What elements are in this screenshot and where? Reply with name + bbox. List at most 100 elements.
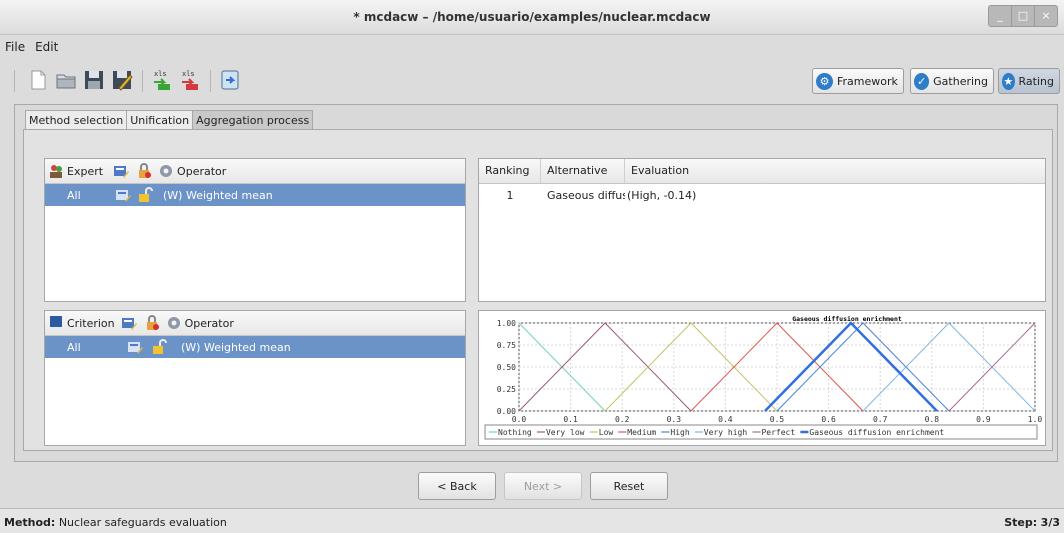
expert-operator[interactable]: (W) Weighted mean (163, 189, 273, 202)
legend-label: High (670, 428, 689, 437)
alternative-cell: Gaseous diffus (547, 188, 625, 202)
x-tick-label: 0.3 (667, 415, 682, 424)
toolbar-separator (210, 70, 211, 92)
criterion-panel: Criterion Operator All (W) Weighted mean (44, 310, 466, 446)
ranking-header[interactable]: Ranking (479, 159, 541, 183)
menu-edit[interactable]: Edit (30, 38, 63, 58)
export-xls-icon[interactable]: xls (178, 68, 202, 92)
menu-bar: File Edit (0, 38, 63, 58)
back-button[interactable]: < Back (418, 472, 496, 500)
lock-icon (144, 315, 160, 331)
expert-row-all[interactable]: All (W) Weighted mean (45, 184, 465, 206)
save-as-icon[interactable] (110, 68, 134, 92)
operator-column-header: Operator (184, 316, 234, 330)
method-label: Method: (4, 516, 56, 529)
unlock-icon[interactable] (137, 187, 153, 203)
alternative-header[interactable]: Alternative (541, 159, 625, 183)
toolbar-separator (14, 70, 15, 92)
menu-file[interactable]: File (0, 38, 30, 58)
legend-label: Medium (627, 428, 656, 437)
y-tick-label: 0.75 (497, 341, 516, 350)
checkmark-icon: ✓ (914, 72, 930, 90)
toolbar-separator (142, 70, 143, 92)
y-tick-label: 0.25 (497, 385, 516, 394)
criterion-operator[interactable]: (W) Weighted mean (181, 341, 291, 354)
phase-label: Rating (1018, 74, 1054, 88)
minimize-button[interactable]: _ (989, 6, 1012, 26)
star-icon: ★ (1002, 72, 1015, 90)
gear-icon (166, 315, 182, 331)
next-button[interactable]: Next > (504, 472, 582, 500)
title-bar: * mcdacw – /home/usuario/examples/nuclea… (0, 0, 1064, 35)
step-label: Step: (1004, 516, 1038, 529)
framework-icon: ⚙ (816, 72, 833, 90)
x-tick-label: 0.2 (615, 415, 630, 424)
edit-icon[interactable] (115, 187, 131, 203)
legend-label: Gaseous diffusion enrichment (809, 428, 944, 437)
x-tick-label: 0.0 (512, 415, 527, 424)
tab-method-selection[interactable]: Method selection (25, 110, 128, 130)
phase-framework-button[interactable]: ⚙ Framework (812, 68, 904, 94)
import-xls-icon[interactable]: xls (150, 68, 174, 92)
step-status: Step: 3/3 (1004, 516, 1060, 529)
x-tick-label: 0.7 (873, 415, 888, 424)
status-bar: Method: Nuclear safeguards evaluation St… (0, 508, 1064, 533)
window-controls: _ □ × (988, 5, 1058, 27)
tab-aggregation-process[interactable]: Aggregation process (192, 110, 314, 130)
membership-function-chart: 0.0 0.1 0.2 0.3 0.4 0.5 0.6 0.7 0.8 0.9 1.0 0.00 0.2… (484, 315, 1043, 440)
evaluation-header[interactable]: Evaluation (625, 159, 689, 183)
phase-gathering-button[interactable]: ✓ Gathering (910, 68, 994, 94)
phase-rating-button[interactable]: ★ Rating (998, 68, 1060, 94)
aggregation-panel: Expert Operator All (W) Weighted mean Cr… (23, 129, 1053, 451)
unlock-icon[interactable] (151, 339, 167, 355)
x-tick-label: 0.9 (976, 415, 991, 424)
y-tick-label: 0.50 (497, 363, 516, 372)
close-button[interactable]: × (1035, 6, 1057, 26)
operator-column-header: Operator (177, 164, 227, 178)
navigation-bar: < Back Next > Reset (0, 470, 1064, 506)
x-tick-label: 0.4 (718, 415, 733, 424)
toolbar: xls xls ⚙ Framework ✓ Gathering ★ Rating (0, 64, 1064, 98)
criterion-column-header: Criterion (67, 316, 115, 330)
export-icon[interactable] (218, 68, 242, 92)
expert-icon (48, 163, 64, 179)
phase-label: Framework (837, 74, 898, 88)
criterion-header: Criterion Operator (45, 311, 465, 336)
open-folder-icon[interactable] (54, 68, 78, 92)
window-title: * mcdacw – /home/usuario/examples/nuclea… (353, 10, 711, 24)
tab-unification[interactable]: Unification (126, 110, 194, 130)
reset-button[interactable]: Reset (590, 472, 668, 500)
criterion-row-all[interactable]: All (W) Weighted mean (45, 336, 465, 358)
y-tick-label: 1.00 (497, 319, 516, 328)
gear-icon (158, 163, 174, 179)
expert-column-header: Expert (67, 164, 104, 178)
evaluation-cell: (High, -0.14) (627, 188, 697, 202)
edit-icon (113, 163, 130, 179)
legend-label: Very high (704, 428, 748, 437)
x-tick-label: 0.8 (925, 415, 940, 424)
y-tick-label: 0.00 (497, 407, 516, 416)
method-status: Method: Nuclear safeguards evaluation (4, 516, 227, 529)
method-value: Nuclear safeguards evaluation (58, 516, 227, 529)
lock-icon (136, 163, 152, 179)
legend-label: Low (599, 428, 614, 437)
book-icon (48, 315, 64, 331)
x-tick-label: 1.0 (1028, 415, 1043, 424)
step-value: 3/3 (1040, 516, 1060, 529)
x-tick-label: 0.1 (563, 415, 578, 424)
legend-label: Perfect (761, 428, 795, 437)
ranking-table-header: Ranking Alternative Evaluation (479, 159, 1045, 184)
table-row[interactable]: 1 Gaseous diffus (High, -0.14) (479, 184, 1045, 206)
x-tick-label: 0.5 (770, 415, 785, 424)
save-icon[interactable] (82, 68, 106, 92)
expert-header: Expert Operator (45, 159, 465, 184)
x-tick-label: 0.6 (821, 415, 836, 424)
edit-icon[interactable] (127, 339, 143, 355)
new-file-icon[interactable] (26, 68, 50, 92)
chart-title: Gaseous diffusion enrichment (792, 315, 902, 323)
phase-label: Gathering (933, 74, 988, 88)
maximize-button[interactable]: □ (1012, 6, 1035, 26)
xls-label: xls (154, 70, 167, 78)
ranking-cell: 1 (506, 188, 514, 202)
criterion-name: All (67, 340, 81, 354)
